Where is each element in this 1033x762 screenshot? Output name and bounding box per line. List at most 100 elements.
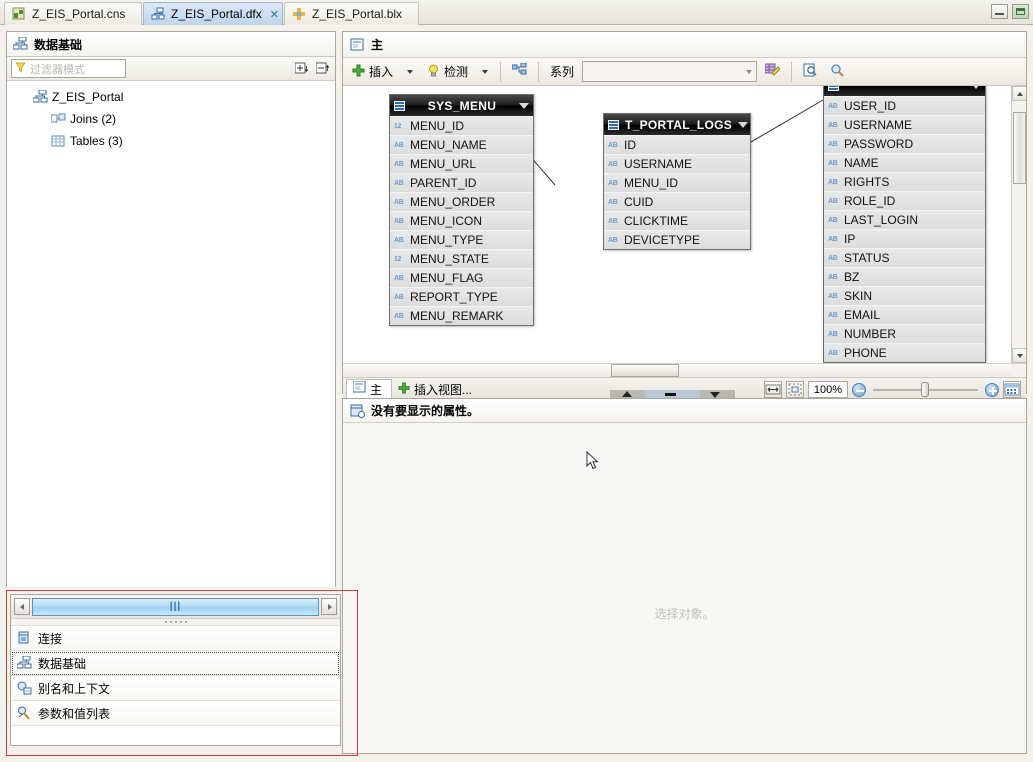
canvas-vertical-scrollbar[interactable] — [1011, 86, 1026, 363]
scroll-right-button[interactable] — [321, 598, 337, 615]
table-column[interactable]: AB REPORT_TYPE — [390, 287, 533, 306]
alias-context-icon — [17, 681, 32, 695]
table-column[interactable]: AB ROLE_ID — [824, 191, 985, 210]
chevron-down-icon[interactable] — [738, 121, 749, 128]
table-column[interactable]: 12 MENU_ID — [390, 116, 533, 135]
column-name: STATUS — [844, 251, 890, 265]
table-column[interactable]: AB NUMBER — [824, 324, 985, 343]
nav-item-label: 参数和值列表 — [38, 706, 111, 721]
canvas-horizontal-scrollbar[interactable] — [343, 363, 1026, 377]
parameters-icon — [17, 706, 32, 720]
collapse-all-icon[interactable] — [315, 62, 330, 76]
data-foundation-tree[interactable]: Z_EIS_Portal Joins (2) Tables (3) — [7, 81, 335, 587]
table-header[interactable] — [824, 86, 985, 96]
nav-resize-grip[interactable] — [11, 619, 340, 626]
table-column[interactable]: 12 MENU_STATE — [390, 249, 533, 268]
close-icon[interactable]: ✕ — [270, 8, 279, 21]
table-column[interactable]: AB PARENT_ID — [390, 173, 533, 192]
table-column[interactable]: AB SKIN — [824, 286, 985, 305]
table-column[interactable]: AB NAME — [824, 153, 985, 172]
table-column[interactable]: AB MENU_URL — [390, 154, 533, 173]
table-column[interactable]: AB DEVICETYPE — [604, 230, 750, 249]
tree-item-joins[interactable]: Joins (2) — [7, 109, 335, 128]
expand-all-icon[interactable] — [294, 62, 309, 76]
tables-icon — [51, 134, 66, 148]
scroll-left-button[interactable] — [14, 598, 30, 615]
preview-button[interactable] — [798, 61, 822, 83]
table-header[interactable]: T_PORTAL_LOGS — [604, 114, 750, 135]
nav-item-connection[interactable]: 连接 — [11, 626, 340, 651]
table-card-t-portal-logs[interactable]: T_PORTAL_LOGS AB ID AB USERNAME AB MENU_ID … — [603, 113, 751, 250]
nav-item-parameters[interactable]: 参数和值列表 — [11, 701, 340, 726]
edit-table-button[interactable] — [760, 61, 785, 83]
insert-dropdown[interactable] — [401, 61, 419, 83]
scroll-down-button[interactable] — [1012, 348, 1026, 363]
minimize-button[interactable] — [991, 4, 1008, 19]
nav-item-data-foundation[interactable]: 数据基础 — [11, 651, 340, 676]
maximize-button[interactable] — [1012, 4, 1029, 19]
table-column[interactable]: AB MENU_NAME — [390, 135, 533, 154]
column-name: MENU_ID — [624, 176, 679, 190]
graph-layout-button[interactable] — [507, 61, 532, 83]
column-type: AB — [828, 292, 838, 300]
search-input[interactable]: 过滤器模式 — [11, 59, 126, 78]
table-column[interactable]: AB USERNAME — [604, 154, 750, 173]
chevron-down-icon[interactable] — [519, 102, 529, 109]
zoom-slider-handle[interactable] — [921, 381, 929, 397]
table-column[interactable]: AB STATUS — [824, 248, 985, 267]
left-panel-title: 数据基础 — [34, 37, 83, 52]
scrollbar-thumb[interactable] — [1013, 112, 1026, 184]
table-column[interactable]: AB EMAIL — [824, 305, 985, 324]
table-column[interactable]: AB IP — [824, 229, 985, 248]
nav-grip-bar[interactable]: ||| — [32, 597, 319, 616]
column-type: AB — [394, 179, 404, 187]
table-column[interactable]: AB MENU_TYPE — [390, 230, 533, 249]
table-column[interactable]: AB RIGHTS — [824, 172, 985, 191]
view-tab-insert-view[interactable]: 插入视图... — [392, 379, 481, 399]
detect-dropdown[interactable] — [476, 61, 494, 83]
chevron-down-icon[interactable] — [971, 86, 981, 89]
table-column[interactable]: AB LAST_LOGIN — [824, 210, 985, 229]
insert-button[interactable]: 插入 — [347, 61, 398, 83]
zoom-level-input[interactable]: 100% — [808, 381, 848, 398]
plus-green-icon — [352, 64, 365, 80]
tree-item-tables[interactable]: Tables (3) — [7, 131, 335, 150]
table-column[interactable]: AB USER_ID — [824, 96, 985, 115]
zoom-slider[interactable] — [873, 381, 978, 397]
column-name: MENU_REMARK — [410, 309, 504, 323]
view-tab-master[interactable]: 主 — [346, 379, 393, 399]
table-header[interactable]: SYS_MENU — [390, 95, 533, 116]
properties-body: 选择对象。 — [343, 423, 1026, 753]
table-column[interactable]: AB ID — [604, 135, 750, 154]
table-column[interactable]: AB CUID — [604, 192, 750, 211]
column-name: DEVICETYPE — [624, 233, 701, 247]
table-column[interactable]: AB USERNAME — [824, 115, 985, 134]
zoom-out-icon[interactable] — [852, 382, 866, 397]
series-select[interactable] — [582, 61, 758, 82]
column-type: AB — [394, 160, 404, 168]
tree-item-z-eis-portal[interactable]: Z_EIS_Portal — [7, 87, 335, 106]
table-column[interactable]: AB MENU_ID — [604, 173, 750, 192]
table-column[interactable]: AB BZ — [824, 267, 985, 286]
editor-tab-cns[interactable]: Z_EIS_Portal.cns — [4, 2, 142, 25]
scroll-up-button[interactable] — [1012, 86, 1026, 101]
nav-item-alias-context[interactable]: 别名和上下文 — [11, 676, 340, 701]
table-column[interactable]: AB MENU_ORDER — [390, 192, 533, 211]
diagram-canvas[interactable]: SYS_MENU 12 MENU_ID AB MENU_NAME AB MENU_UR… — [343, 86, 1026, 363]
table-card-sys-menu[interactable]: SYS_MENU 12 MENU_ID AB MENU_NAME AB MENU_UR… — [389, 94, 534, 326]
editor-title: 主 — [371, 38, 384, 52]
table-column[interactable]: AB MENU_FLAG — [390, 268, 533, 287]
editor-tab-blx[interactable]: Z_EIS_Portal.blx — [284, 2, 419, 25]
detect-button[interactable]: 检测 — [422, 61, 473, 83]
table-card-users[interactable]: AB USER_ID AB USERNAME AB PASSWORD AB NAME A… — [823, 86, 986, 363]
table-column[interactable]: AB MENU_ICON — [390, 211, 533, 230]
hscroll-thumb[interactable] — [611, 364, 679, 377]
table-column[interactable]: AB CLICKTIME — [604, 211, 750, 230]
table-column[interactable]: AB PHONE — [824, 343, 985, 362]
search-button[interactable] — [825, 61, 849, 83]
zoom-in-icon[interactable] — [985, 382, 999, 397]
editor-tab-dfx[interactable]: Z_EIS_Portal.dfx ✕ — [143, 2, 283, 25]
table-column[interactable]: AB MENU_REMARK — [390, 306, 533, 325]
overview-grid-icon[interactable] — [1003, 381, 1021, 398]
table-column[interactable]: AB PASSWORD — [824, 134, 985, 153]
